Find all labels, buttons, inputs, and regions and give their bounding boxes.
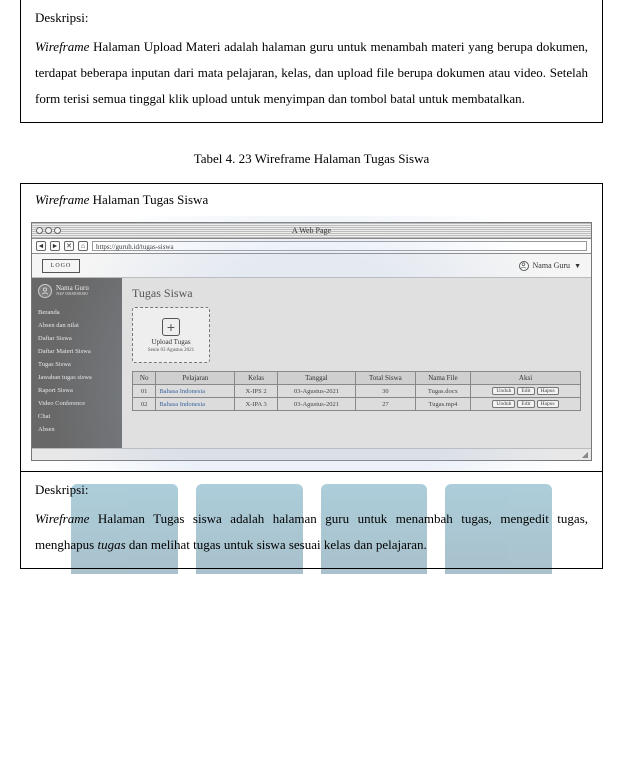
description-box-tugas-siswa: Deskripsi: Wireframe Halaman Tugas siswa…	[20, 471, 603, 569]
upload-card-title: Upload Tugas	[151, 338, 190, 346]
aksi-cell: UnduhEditHapus	[471, 385, 581, 398]
table-cell: 02	[133, 398, 156, 411]
user-name: Nama Guru	[533, 261, 571, 270]
italic-span: Wireframe	[35, 511, 89, 526]
nav-home-icon[interactable]: ⌂	[78, 241, 88, 251]
edit-button[interactable]: Edit	[517, 387, 534, 395]
hapus-button[interactable]: Hapus	[537, 400, 559, 408]
wireframe-section-title: Wireframe Halaman Tugas Siswa	[20, 183, 603, 216]
browser-window: A Web Page ◄ ► ✕ ⌂ https://guruh.id/tuga…	[31, 222, 592, 461]
unduh-button[interactable]: Unduh	[492, 400, 515, 408]
description-label: Deskripsi:	[35, 10, 588, 26]
upload-tugas-card[interactable]: + Upload Tugas Senin 03 Agustus 2021	[132, 307, 210, 363]
url-bar: ◄ ► ✕ ⌂ https://guruh.id/tugas-siswa	[32, 239, 591, 254]
sidebar-user-sub: NIP 000000000	[56, 292, 89, 298]
sidebar-item-8[interactable]: Chat	[38, 410, 116, 423]
sidebar-avatar-icon	[38, 284, 52, 298]
hapus-button[interactable]: Hapus	[537, 387, 559, 395]
table-cell: 03-Agustus-2021	[277, 385, 355, 398]
nav-close-icon[interactable]: ✕	[64, 241, 74, 251]
wireframe-title-rest: Halaman Tugas Siswa	[89, 192, 208, 207]
user-chip[interactable]: Nama Guru ▼	[519, 261, 581, 271]
main-area: Nama Guru NIP 000000000 BerandaAbsen dan…	[32, 278, 591, 448]
sidebar-user: Nama Guru NIP 000000000	[38, 284, 116, 298]
col-header: Kelas	[235, 372, 277, 385]
upload-card-sub: Senin 03 Agustus 2021	[148, 348, 194, 353]
table-cell: Bahasa Indonesia	[156, 398, 235, 411]
col-header: Aksi	[471, 372, 581, 385]
sidebar-item-5[interactable]: Jawaban tugas siswa	[38, 371, 116, 384]
col-header: Total Siswa	[356, 372, 416, 385]
sidebar-item-6[interactable]: Raport Siswa	[38, 384, 116, 397]
edit-button[interactable]: Edit	[517, 400, 534, 408]
unduh-button[interactable]: Unduh	[492, 387, 515, 395]
description-text-2: Wireframe Halaman Tugas siswa adalah hal…	[35, 506, 588, 558]
url-field[interactable]: https://guruh.id/tugas-siswa	[92, 241, 587, 251]
nav-fwd-icon[interactable]: ►	[50, 241, 60, 251]
table-cell: 03-Agustus-2021	[277, 398, 355, 411]
window-controls	[36, 227, 61, 234]
nav-back-icon[interactable]: ◄	[36, 241, 46, 251]
plus-icon: +	[162, 318, 180, 336]
page-title: Tugas Siswa	[132, 286, 581, 301]
sidebar-item-7[interactable]: Video Conference	[38, 397, 116, 410]
window-min-icon[interactable]	[45, 227, 52, 234]
logo: LOGO	[42, 259, 80, 273]
col-header: Nama File	[415, 372, 470, 385]
table-cell: X-IPA 3	[235, 398, 277, 411]
window-close-icon[interactable]	[36, 227, 43, 234]
col-header: No	[133, 372, 156, 385]
table-cell: 27	[356, 398, 416, 411]
resize-grip-icon[interactable]: ◢	[32, 448, 591, 460]
text-span: dan melihat tugas untuk siswa sesuai kel…	[126, 537, 427, 552]
table-caption: Tabel 4. 23 Wireframe Halaman Tugas Sisw…	[0, 151, 623, 167]
tugas-table: NoPelajaranKelasTanggalTotal SiswaNama F…	[132, 371, 581, 411]
content-area: Tugas Siswa + Upload Tugas Senin 03 Agus…	[122, 278, 591, 448]
col-header: Tanggal	[277, 372, 355, 385]
table-cell: Tugas.docx	[415, 385, 470, 398]
sidebar-item-3[interactable]: Daftar Materi Siswa	[38, 345, 116, 358]
description-label-2: Deskripsi:	[35, 482, 588, 498]
italic-span: tugas	[97, 537, 125, 552]
sidebar-user-name: Nama Guru	[56, 284, 89, 292]
table-row: 01Bahasa IndonesiaX-IPS 203-Agustus-2021…	[133, 385, 581, 398]
page-body: LOGO Nama Guru ▼ Nama Gu	[32, 254, 591, 460]
tab-label: A Web Page	[292, 226, 331, 235]
sidebar-item-9[interactable]: Absen	[38, 423, 116, 436]
table-cell: X-IPS 2	[235, 385, 277, 398]
wireframe-italic: Wireframe	[35, 192, 89, 207]
description-body: Halaman Upload Materi adalah halaman gur…	[35, 39, 588, 106]
sidebar-item-4[interactable]: Tugas Siswa	[38, 358, 116, 371]
description-box-upload-materi: Deskripsi: Wireframe Halaman Upload Mate…	[20, 0, 603, 123]
window-titlebar: A Web Page	[32, 223, 591, 239]
avatar-icon	[519, 261, 529, 271]
italic-wireframe: Wireframe	[35, 39, 89, 54]
wireframe-container: A Web Page ◄ ► ✕ ⌂ https://guruh.id/tuga…	[20, 216, 603, 471]
col-header: Pelajaran	[156, 372, 235, 385]
chevron-down-icon: ▼	[574, 262, 581, 270]
table-row: 02Bahasa IndonesiaX-IPA 303-Agustus-2021…	[133, 398, 581, 411]
app-topbar: LOGO Nama Guru ▼	[32, 254, 591, 278]
sidebar: Nama Guru NIP 000000000 BerandaAbsen dan…	[32, 278, 122, 448]
table-cell: 01	[133, 385, 156, 398]
sidebar-item-2[interactable]: Daftar Siswa	[38, 332, 116, 345]
description-text: Wireframe Halaman Upload Materi adalah h…	[35, 34, 588, 112]
window-max-icon[interactable]	[54, 227, 61, 234]
sidebar-item-1[interactable]: Absen dan nilai	[38, 319, 116, 332]
aksi-cell: UnduhEditHapus	[471, 398, 581, 411]
table-cell: Tugas.mp4	[415, 398, 470, 411]
sidebar-item-0[interactable]: Beranda	[38, 306, 116, 319]
table-cell: Bahasa Indonesia	[156, 385, 235, 398]
table-cell: 30	[356, 385, 416, 398]
